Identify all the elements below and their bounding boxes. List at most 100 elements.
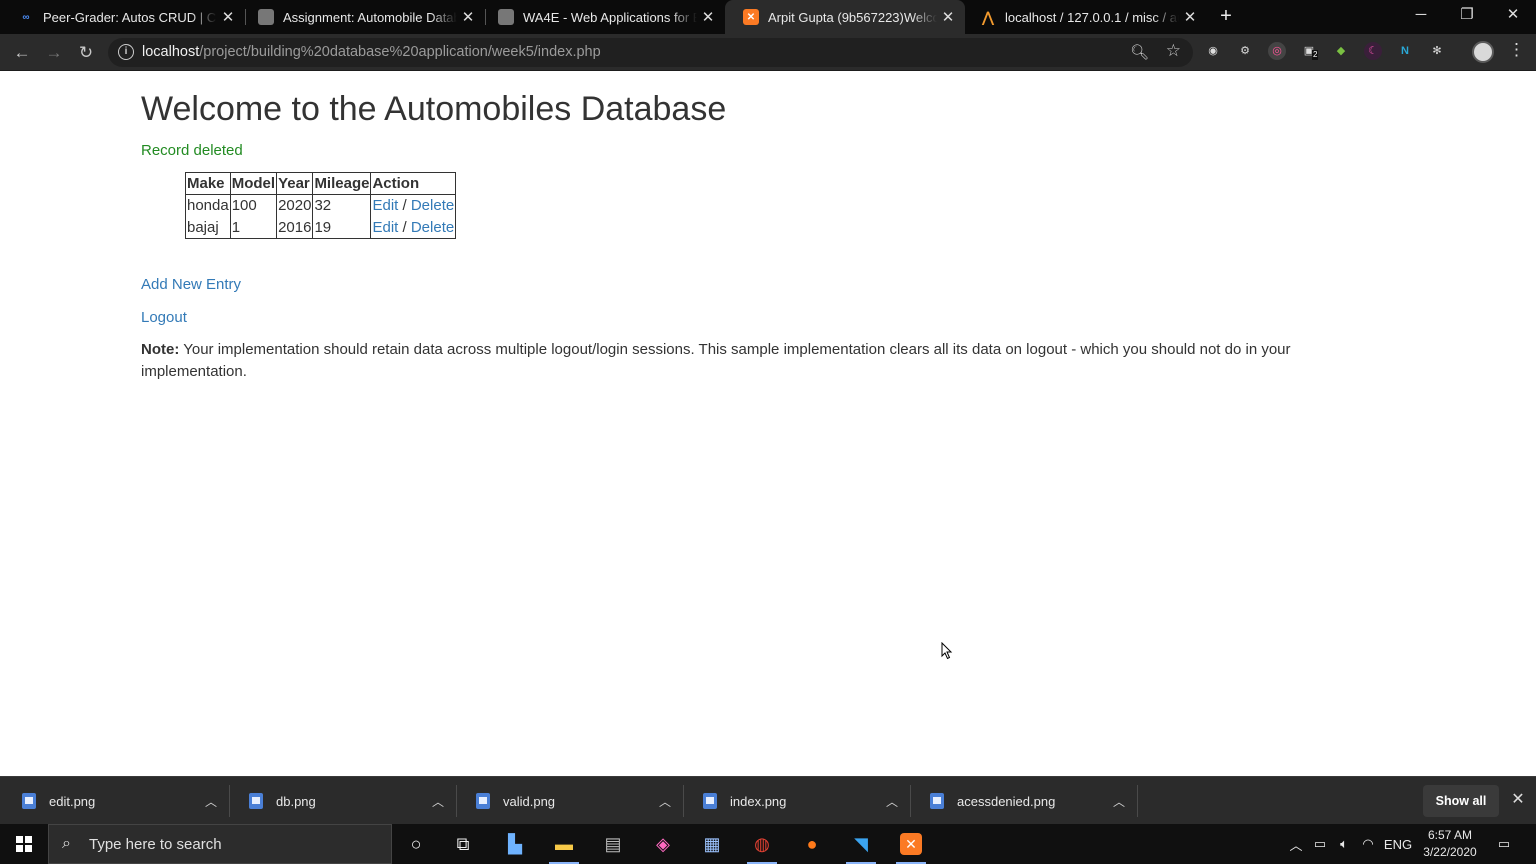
browser-tab-strip: ∞ Peer-Grader: Autos CRUD | Coursera ✕ A… [0,0,1536,34]
browser-menu-icon[interactable]: ⋮ [1508,40,1525,60]
clock-date: 3/22/2020 [1423,845,1477,859]
search-placeholder: Type here to search [89,836,222,853]
restore-button[interactable]: ❐ [1444,0,1490,32]
extension-bulb-icon[interactable]: ◉ [1204,42,1222,60]
clock[interactable]: 6:57 AM 3/22/2020 [1414,827,1486,861]
forward-button[interactable]: → [41,40,67,66]
tab-title: Assignment: Automobile Database [283,9,457,25]
app-icon-blue[interactable]: ▙ [494,828,536,860]
extension-gear-icon[interactable]: ⚙ [1236,42,1254,60]
logout-link[interactable]: Logout [141,309,187,326]
close-tab-icon[interactable]: ✕ [697,8,719,26]
image-file-icon [249,793,263,809]
edit-link[interactable]: Edit [372,197,398,214]
edit-link[interactable]: Edit [372,219,398,236]
cell-mileage: 32 [312,194,372,217]
download-filename: acessdenied.png [957,793,1056,809]
flash-message: Record deleted [141,142,243,159]
phpmyadmin-icon: ⋀ [982,8,994,25]
download-filename: edit.png [49,793,96,809]
page-content: Welcome to the Automobiles Database Reco… [0,72,1536,776]
extension-leaf-icon[interactable]: ◆ [1332,42,1350,60]
firefox-icon[interactable]: ● [791,828,833,860]
cell-make: honda [185,194,231,217]
tab-phpmyadmin[interactable]: ⋀ localhost / 127.0.0.1 / misc / autos ✕ [962,0,1207,34]
download-item[interactable]: index.png ︿ [681,777,907,825]
tab-assignment[interactable]: Assignment: Automobile Database ✕ [240,0,485,34]
note-text: Your implementation should retain data a… [141,341,1291,380]
chevron-up-icon[interactable]: ︿ [423,793,453,810]
generic-page-icon [498,9,514,25]
show-all-button[interactable]: Show all [1423,785,1499,817]
close-tab-icon[interactable]: ✕ [217,8,239,26]
close-tab-icon[interactable]: ✕ [457,8,479,26]
tab-wa4e[interactable]: WA4E - Web Applications for Everybody ✕ [480,0,725,34]
tray-chevron-up-icon[interactable]: ︿ [1287,824,1305,864]
tab-welcome-active[interactable]: ✕ Arpit Gupta (9b567223)Welcome ✕ [725,0,965,34]
browser-toolbar: ← → ↻ i localhost/project/building%20dat… [0,34,1536,71]
tab-title: localhost / 127.0.0.1 / misc / autos [1005,9,1179,25]
page-title: Welcome to the Automobiles Database [141,90,727,128]
xampp-taskbar-icon[interactable]: ✕ [890,828,932,864]
extension-badge-icon[interactable]: ▣ 2 [1300,42,1319,60]
close-shelf-icon[interactable]: ✕ [1508,789,1528,809]
column-header: Model [229,172,278,195]
reload-button[interactable]: ↻ [73,40,99,66]
column-header: Make [185,172,231,195]
url-text[interactable]: localhost/project/building%20database%20… [142,44,601,60]
tab-peer-grader[interactable]: ∞ Peer-Grader: Autos CRUD | Coursera ✕ [0,0,245,34]
back-button[interactable]: ← [9,40,35,66]
column-header: Mileage [312,172,372,195]
cortana-icon[interactable]: ○ [395,828,437,860]
download-filename: db.png [276,793,316,809]
extension-n-icon[interactable]: N [1396,42,1414,60]
delete-link[interactable]: Delete [411,197,454,214]
file-explorer-icon[interactable]: ▬ [543,828,585,864]
paint-app-icon[interactable]: ◈ [642,828,684,860]
delete-link[interactable]: Delete [411,219,454,236]
close-tab-icon[interactable]: ✕ [937,8,959,26]
chevron-up-icon[interactable]: ︿ [877,793,907,810]
volume-icon[interactable]: 🔈︎ [1334,824,1354,864]
chevron-up-icon[interactable]: ︿ [196,793,226,810]
download-divider [1137,785,1138,817]
start-button[interactable] [0,824,48,864]
vscode-icon[interactable]: ◥ [840,828,882,864]
profile-avatar[interactable] [1472,41,1494,63]
cell-action: Edit / Delete [370,194,457,217]
address-bar[interactable]: i localhost/project/building%20database%… [108,38,1193,67]
chevron-up-icon[interactable]: ︿ [650,793,680,810]
minimize-button[interactable]: ─ [1398,0,1444,32]
wifi-icon[interactable]: ◠ [1358,824,1378,864]
bookmark-star-icon[interactable]: ☆ [1166,41,1181,61]
zoom-icon[interactable]: 🔍︎ [1130,43,1149,61]
download-item[interactable]: valid.png ︿ [454,777,680,825]
close-tab-icon[interactable]: ✕ [1179,8,1201,26]
add-new-entry-link[interactable]: Add New Entry [141,276,241,293]
app-icon-window[interactable]: ▦ [691,828,733,860]
site-info-icon[interactable]: i [118,44,134,60]
download-item[interactable]: acessdenied.png ︿ [908,777,1134,825]
download-item[interactable]: edit.png ︿ [0,777,226,825]
extension-moon-icon[interactable]: ☾ [1364,42,1382,60]
taskbar-search-box[interactable]: ⌕ Type here to search [48,824,392,864]
new-tab-button[interactable]: + [1214,4,1238,28]
download-shelf: edit.png ︿ db.png ︿ valid.png ︿ index.pn… [0,776,1536,824]
language-indicator[interactable]: ENG [1383,824,1413,864]
close-window-button[interactable]: ✕ [1490,0,1536,32]
chrome-icon[interactable]: ◍ [741,828,783,864]
battery-icon[interactable]: ▭ [1310,824,1330,864]
download-item[interactable]: db.png ︿ [227,777,453,825]
app-icon-grey[interactable]: ▤ [592,828,634,860]
extension-react-icon[interactable]: ✻ [1428,42,1446,60]
chevron-up-icon[interactable]: ︿ [1104,793,1134,810]
image-file-icon [703,793,717,809]
column-header: Action [370,172,457,195]
task-view-icon[interactable]: ⧉ [442,828,484,860]
table-row: bajaj 1 2016 19 Edit / Delete [185,216,457,239]
notification-center-icon[interactable]: ▭ [1492,824,1516,864]
tab-title: Peer-Grader: Autos CRUD | Coursera [43,9,217,25]
clock-time: 6:57 AM [1427,828,1473,842]
cell-year: 2016 [276,216,314,239]
extension-colorful-icon[interactable]: ◎ [1268,42,1286,60]
